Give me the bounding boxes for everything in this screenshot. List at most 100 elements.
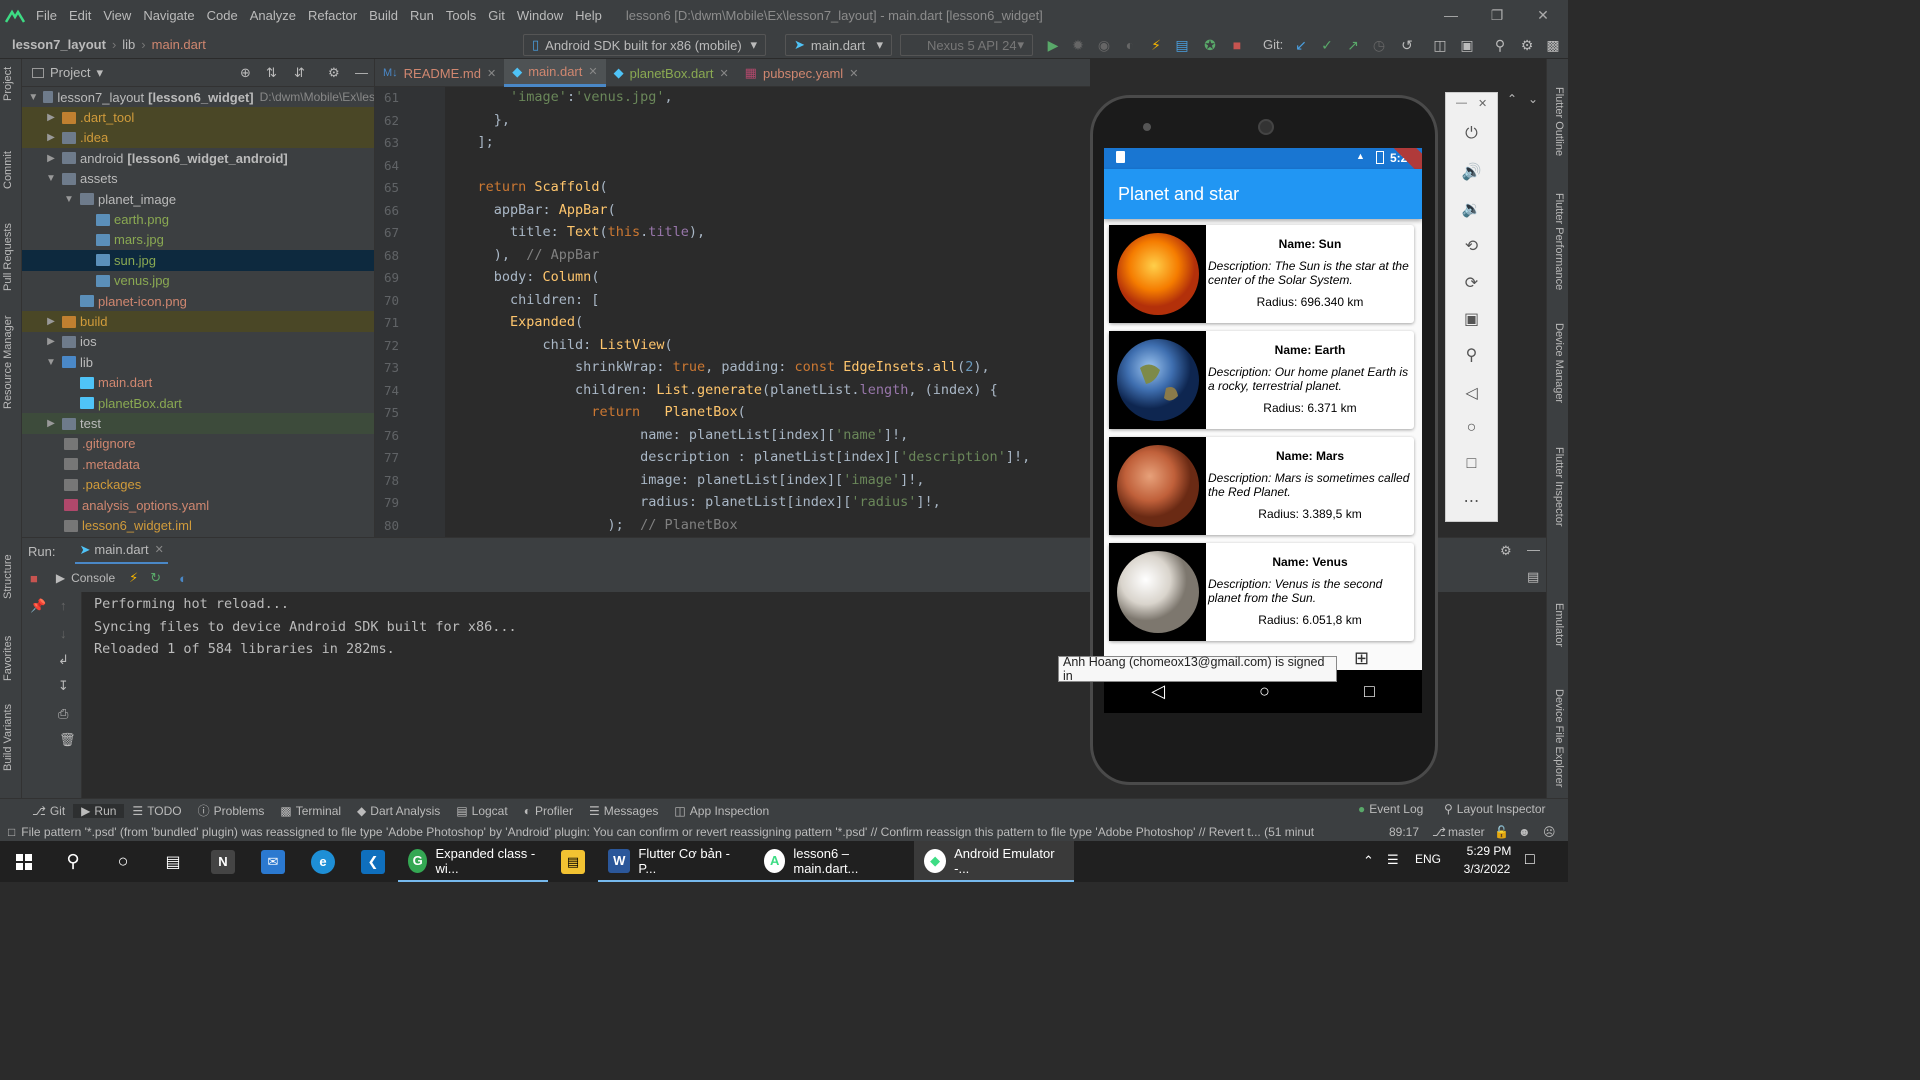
- start-icon[interactable]: [0, 841, 48, 882]
- menu-build[interactable]: Build: [363, 8, 404, 23]
- sdk-manager-icon[interactable]: ▣: [1458, 36, 1476, 54]
- stripe-flutter-performance[interactable]: Flutter Performance: [1553, 193, 1565, 290]
- cortana-icon[interactable]: ○: [98, 841, 148, 882]
- tool-git[interactable]: ⎇ Git: [24, 804, 73, 818]
- stripe-structure[interactable]: Structure: [2, 554, 14, 599]
- tool-logcat[interactable]: ▤ Logcat: [448, 804, 515, 818]
- stripe-flutter-inspector[interactable]: Flutter Inspector: [1553, 447, 1565, 526]
- caret-position[interactable]: 89:17: [1389, 825, 1419, 839]
- stripe-device-file-explorer[interactable]: Device File Explorer: [1553, 689, 1565, 787]
- git-branch[interactable]: master: [1448, 825, 1485, 839]
- restore-icon[interactable]: ❐: [1474, 0, 1520, 31]
- tree-item-gitignore[interactable]: .gitignore: [22, 434, 374, 454]
- arrow-down-icon[interactable]: ↓: [60, 626, 67, 641]
- recents-icon[interactable]: □: [1364, 681, 1375, 702]
- menu-window[interactable]: Window: [511, 8, 569, 23]
- chevron-up-icon[interactable]: ⌃: [1363, 853, 1374, 869]
- close-icon[interactable]: ✕: [487, 67, 496, 80]
- trash-icon[interactable]: 🗑: [59, 732, 76, 748]
- collapse-all-icon[interactable]: ⇵: [294, 65, 305, 81]
- tree-item-analysis-options[interactable]: analysis_options.yaml: [22, 495, 374, 515]
- run-icon[interactable]: ▶: [1044, 36, 1062, 54]
- git-push-icon[interactable]: ↗: [1344, 36, 1362, 54]
- code-editor[interactable]: 'image':'venus.jpg', }, ]; return Scaffo…: [445, 87, 1090, 537]
- menu-run[interactable]: Run: [404, 8, 440, 23]
- stripe-resource-manager[interactable]: Resource Manager: [2, 315, 14, 409]
- face-icon[interactable]: ☹: [1543, 825, 1556, 839]
- tool-terminal[interactable]: ▩ Terminal: [272, 804, 349, 818]
- tree-item-root[interactable]: ▼ lesson7_layout [lesson6_widget] D:\dwm…: [22, 87, 374, 107]
- menu-code[interactable]: Code: [201, 8, 244, 23]
- expand-all-icon[interactable]: ⇅: [266, 65, 277, 81]
- pin-icon[interactable]: 📌: [30, 598, 46, 614]
- tree-item-planet-image[interactable]: ▼ planet_image: [22, 189, 374, 209]
- taskbar-app-android-studio[interactable]: Alesson6 – main.dart...: [754, 841, 914, 882]
- tree-item-dart-tool[interactable]: ▶ .dart_tool: [22, 107, 374, 128]
- soft-wrap-icon[interactable]: ↲: [58, 652, 69, 668]
- close-icon[interactable]: ✕: [849, 67, 858, 80]
- device-selector[interactable]: ▯ Android SDK built for x86 (mobile) ▾: [523, 34, 766, 56]
- task-view-icon[interactable]: ▤: [148, 841, 198, 882]
- lock-icon[interactable]: 🔓: [1494, 825, 1509, 839]
- hide-icon[interactable]: —: [1527, 542, 1540, 557]
- breadcrumb-lib[interactable]: lib: [116, 37, 141, 52]
- close-icon[interactable]: ✕: [719, 67, 728, 80]
- zoom-icon[interactable]: ⚲: [1446, 345, 1497, 365]
- scroll-to-end-icon[interactable]: ↧: [58, 678, 69, 694]
- search-icon[interactable]: ⚲: [48, 841, 98, 882]
- taskbar-time[interactable]: 5:29 PM: [1459, 844, 1519, 858]
- taskbar-date[interactable]: 3/3/2022: [1455, 862, 1519, 876]
- add-icon[interactable]: ⊞: [1354, 648, 1369, 669]
- tab-readme[interactable]: M↓ README.md ✕: [375, 59, 504, 87]
- tree-item-metadata[interactable]: .metadata: [22, 454, 374, 474]
- tree-item-planetbox-dart[interactable]: planetBox.dart: [22, 393, 374, 413]
- tree-item-iml[interactable]: lesson6_widget.iml: [22, 515, 374, 535]
- back-icon[interactable]: ◁: [1151, 681, 1165, 702]
- tool-problems[interactable]: ⓘ Problems: [190, 802, 273, 819]
- hot-reload-icon[interactable]: ⚡: [1147, 36, 1165, 54]
- coverage-icon[interactable]: ◉: [1095, 36, 1113, 54]
- status-message[interactable]: File pattern '*.psd' (from 'bundled' plu…: [21, 825, 1351, 839]
- tool-todo[interactable]: ☰ TODO: [124, 804, 189, 818]
- close-icon[interactable]: ✕: [1478, 97, 1487, 110]
- breadcrumb-file[interactable]: main.dart: [146, 37, 212, 52]
- stop-icon[interactable]: ■: [1228, 36, 1246, 54]
- tree-item-sun[interactable]: sun.jpg: [22, 250, 374, 271]
- chevron-up-icon[interactable]: ⌃: [1507, 92, 1517, 106]
- input-language[interactable]: ENG: [1415, 852, 1441, 866]
- tree-item-venus[interactable]: venus.jpg: [22, 271, 374, 291]
- vscode-icon[interactable]: ❮: [348, 841, 398, 882]
- menu-file[interactable]: File: [30, 8, 63, 23]
- camera-icon[interactable]: ▣: [1446, 309, 1497, 329]
- hide-icon[interactable]: —: [355, 65, 368, 80]
- tree-item-earth[interactable]: earth.png: [22, 209, 374, 229]
- run-config-selector[interactable]: ➤ main.dart ▾: [785, 34, 892, 56]
- menu-analyze[interactable]: Analyze: [244, 8, 302, 23]
- planet-card-earth[interactable]: Name: Earth Description: Our home planet…: [1109, 331, 1414, 429]
- back-icon[interactable]: ◁: [1446, 383, 1497, 403]
- tree-item-planet-icon[interactable]: planet-icon.png: [22, 291, 374, 311]
- menu-git[interactable]: Git: [482, 8, 511, 23]
- stripe-flutter-outline[interactable]: Flutter Outline: [1553, 87, 1565, 156]
- tree-item-test[interactable]: ▶ test: [22, 413, 374, 434]
- history-icon[interactable]: ◷: [1370, 36, 1388, 54]
- tree-item-ios[interactable]: ▶ ios: [22, 332, 374, 352]
- taskbar-app-chrome[interactable]: G Expanded class - wi...: [398, 841, 548, 882]
- device-manager-icon[interactable]: ◫: [1431, 36, 1449, 54]
- gear-icon[interactable]: ⚙: [1518, 36, 1536, 54]
- taskbar-app-emulator[interactable]: ◆ Android Emulator -...: [914, 841, 1074, 882]
- menu-refactor[interactable]: Refactor: [302, 8, 363, 23]
- hot-reload-icon[interactable]: ⚡: [129, 570, 138, 586]
- stripe-commit[interactable]: Commit: [2, 151, 14, 189]
- rotate-right-icon[interactable]: ⟳: [1446, 273, 1497, 293]
- tool-messages[interactable]: ☰ Messages: [581, 804, 666, 818]
- tab-main-dart[interactable]: ◆ main.dart ✕: [504, 59, 606, 87]
- menu-navigate[interactable]: Navigate: [137, 8, 200, 23]
- attach-icon[interactable]: ✪: [1201, 36, 1219, 54]
- devtools-icon[interactable]: ◐: [179, 571, 187, 586]
- tab-pubspec[interactable]: ▦ pubspec.yaml ✕: [737, 59, 867, 87]
- layout-icon[interactable]: ▤: [1527, 569, 1539, 585]
- avd-selector[interactable]: Nexus 5 API 24 ▾: [900, 34, 1033, 56]
- file-explorer-icon[interactable]: ▤: [548, 841, 598, 882]
- planet-card-mars[interactable]: Name: Mars Description: Mars is sometime…: [1109, 437, 1414, 535]
